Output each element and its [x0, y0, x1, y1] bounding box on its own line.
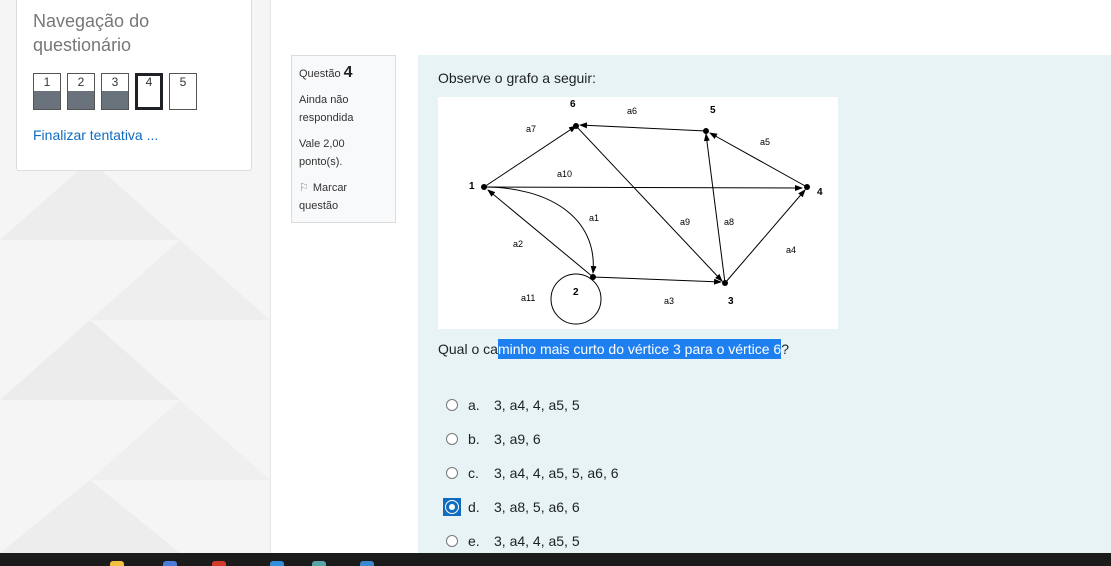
answered-indicator	[68, 91, 94, 109]
graph-image: 1 2 3 4 5 6 a1 a2 a3 a4 a5 a6 a7 a8 a9 a…	[438, 97, 838, 329]
answer-text[interactable]: 3, a4, 4, a5, 5, a6, 6	[494, 465, 619, 481]
finalize-attempt-link[interactable]: Finalizar tentativa ...	[33, 127, 158, 143]
answered-indicator	[102, 91, 128, 109]
answer-letter: a.	[468, 397, 480, 413]
question-button-5[interactable]: 5	[169, 73, 197, 110]
edge-label-a11: a11	[521, 293, 535, 303]
radio-button[interactable]	[446, 433, 458, 445]
flag-icon[interactable]: ⚐	[299, 182, 309, 194]
question-info-panel: Questão 4 Ainda não respondida Vale 2,00…	[291, 55, 396, 223]
chrome-icon[interactable]	[163, 561, 177, 566]
edge-label-a6: a6	[627, 106, 637, 116]
vertex-label-1: 1	[469, 181, 475, 192]
taskbar	[0, 553, 1111, 566]
question-button-label: 3	[111, 75, 119, 89]
app-icon[interactable]	[360, 561, 374, 566]
answer-option-c[interactable]: c. 3, a4, 4, a5, 5, a6, 6	[446, 456, 619, 490]
question-number-value: 4	[343, 64, 353, 81]
answer-list: a. 3, a4, 4, a5, 5 b. 3, a9, 6 c. 3, a4,…	[443, 388, 619, 558]
app-icon[interactable]	[212, 561, 226, 566]
question-button-3[interactable]: 3	[101, 73, 129, 110]
answer-text[interactable]: 3, a8, 5, a6, 6	[494, 499, 580, 515]
question-button-label: 2	[77, 75, 85, 89]
question-text: Qual o caminho mais curto do vértice 3 p…	[438, 339, 789, 359]
question-text-selected: minho mais curto do vértice 3 para o vér…	[497, 339, 782, 359]
answer-letter: d.	[468, 499, 480, 515]
edge-label-a5: a5	[760, 137, 770, 147]
question-button-4[interactable]: 4	[135, 73, 163, 110]
vertex-label-2: 2	[573, 287, 579, 298]
edge-label-a8: a8	[724, 217, 734, 227]
question-content: Observe o grafo a seguir: 1 2 3 4 5 6 a1…	[418, 55, 1111, 553]
vertex-label-6: 6	[570, 99, 576, 110]
edge-label-a7: a7	[526, 124, 536, 134]
answer-letter: e.	[468, 533, 480, 549]
question-intro: Observe o grafo a seguir:	[438, 70, 596, 86]
quiz-navigation-block: Navegação do questionário 1 2 3 4 5 Fina…	[16, 0, 252, 171]
radio-button[interactable]	[446, 467, 458, 479]
edge-icon[interactable]	[270, 561, 284, 566]
question-buttons: 1 2 3 4 5	[33, 73, 197, 110]
answer-text[interactable]: 3, a4, 4, a5, 5	[494, 533, 580, 549]
question-text-before: Qual o ca	[438, 341, 498, 357]
browser-icon[interactable]	[110, 561, 124, 566]
answer-option-b[interactable]: b. 3, a9, 6	[446, 422, 619, 456]
question-text-after: ?	[781, 341, 789, 357]
background-pattern	[0, 160, 270, 553]
answer-text[interactable]: 3, a9, 6	[494, 431, 541, 447]
question-status: Ainda não respondida	[299, 94, 354, 124]
radio-button-selected[interactable]	[443, 498, 461, 516]
question-button-label: 1	[43, 75, 51, 89]
question-button-label: 5	[179, 75, 187, 89]
left-column: Navegação do questionário 1 2 3 4 5 Fina…	[0, 0, 271, 553]
question-prefix: Questão	[299, 68, 341, 80]
question-button-2[interactable]: 2	[67, 73, 95, 110]
question-button-1[interactable]: 1	[33, 73, 61, 110]
edge-label-a2: a2	[513, 239, 523, 249]
radio-button[interactable]	[446, 535, 458, 547]
app-icon[interactable]	[312, 561, 326, 566]
question-grade: Vale 2,00 ponto(s).	[299, 138, 345, 168]
vertex-label-4: 4	[817, 187, 823, 198]
edge-label-a3: a3	[664, 296, 674, 306]
radio-button[interactable]	[446, 399, 458, 411]
vertex-label-3: 3	[728, 296, 734, 307]
answer-option-a[interactable]: a. 3, a4, 4, a5, 5	[446, 388, 619, 422]
question-number: Questão 4	[299, 64, 388, 83]
flag-question[interactable]: ⚐ Marcar questão	[299, 179, 379, 215]
radio-circle	[445, 500, 459, 514]
answered-indicator	[34, 91, 60, 109]
edge-label-a1: a1	[589, 213, 599, 223]
radio-dot	[449, 504, 455, 510]
edge-label-a10: a10	[557, 169, 572, 179]
edge-label-a4: a4	[786, 245, 796, 255]
vertex-label-5: 5	[710, 105, 716, 116]
answer-letter: b.	[468, 431, 480, 447]
answer-letter: c.	[468, 465, 479, 481]
answer-option-d[interactable]: d. 3, a8, 5, a6, 6	[443, 490, 619, 524]
answer-text[interactable]: 3, a4, 4, a5, 5	[494, 397, 580, 413]
question-button-label: 4	[145, 75, 153, 89]
nav-title: Navegação do questionário	[33, 11, 150, 55]
edge-label-a9: a9	[680, 217, 690, 227]
